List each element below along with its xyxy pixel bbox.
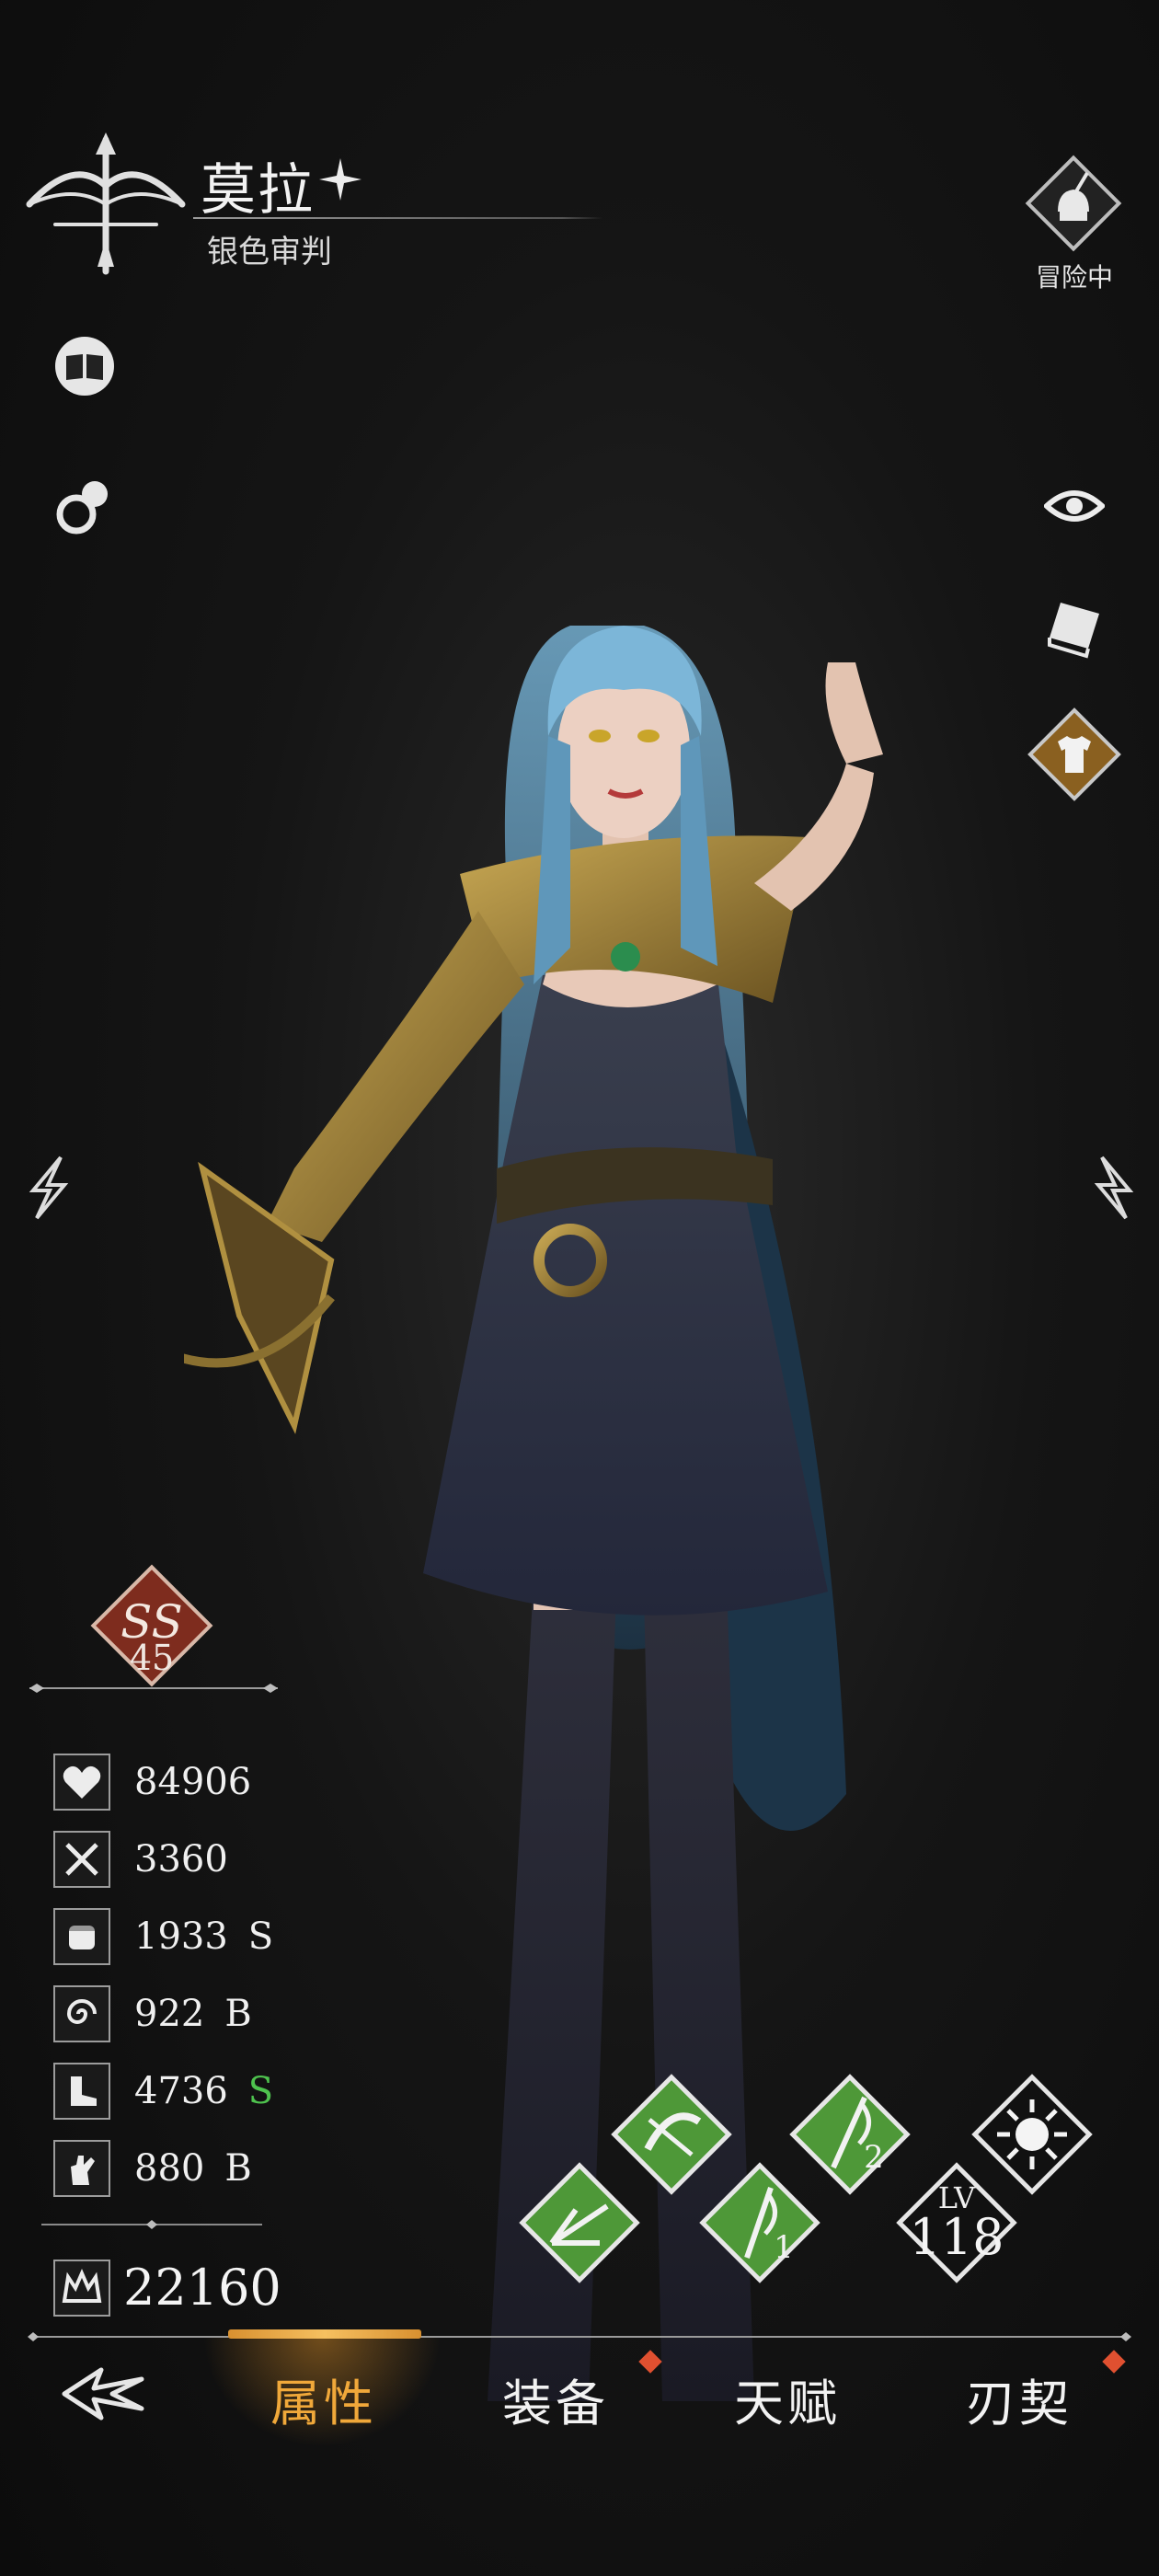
stat-grade: B [224, 2147, 252, 2190]
name-underline [193, 217, 602, 219]
hand-icon [53, 2140, 110, 2197]
back-icon[interactable] [57, 2361, 149, 2425]
stat-grade: B [224, 1993, 252, 2035]
stat-grade: S [247, 2070, 274, 2112]
level-value: 118 [909, 2208, 1004, 2266]
stat-value: 880 [134, 2147, 205, 2190]
previous-character-arrow-icon[interactable] [24, 1154, 70, 1222]
rank-divider [29, 1684, 278, 1693]
fist-icon [53, 1908, 110, 1965]
stat-row-dexterity: 880 B [53, 2138, 320, 2199]
status-label: 冒险中 [1035, 262, 1113, 293]
crown-icon [53, 2260, 110, 2317]
tab-talent[interactable]: 天赋 [695, 2363, 879, 2435]
swirl-icon [53, 1985, 110, 2042]
eye-icon[interactable] [1038, 469, 1111, 543]
tab-attributes[interactable]: 属性 [232, 2363, 416, 2435]
skill-bow-1-icon[interactable]: 1 [692, 2155, 828, 2291]
skill-number: 1 [774, 2229, 794, 2266]
book-icon[interactable] [48, 329, 121, 403]
stat-row-speed: 4736 S [53, 2061, 320, 2122]
stats-divider [41, 2220, 262, 2229]
nav-divider [28, 2332, 1131, 2341]
stat-value: 4736 [134, 2070, 228, 2112]
combat-power-value: 22160 [123, 2259, 281, 2317]
stat-row-strength: 1933 S [53, 1906, 320, 1967]
skill-arrows-icon[interactable] [511, 2155, 648, 2291]
character-name: 莫拉 [201, 158, 315, 223]
stat-row-hp: 84906 [53, 1752, 320, 1812]
stat-row-magic: 922 B [53, 1984, 320, 2044]
stat-value: 84906 [134, 1761, 252, 1803]
star-icon [319, 158, 361, 201]
stat-value: 1933 [134, 1915, 228, 1958]
tab-equipment[interactable]: 装备 [464, 2363, 648, 2435]
tab-blade-pact[interactable]: 刃契 [927, 2363, 1111, 2435]
rattle-toy-icon[interactable] [48, 469, 121, 543]
stat-value: 3360 [134, 1838, 228, 1880]
crossed-swords-icon [53, 1831, 110, 1888]
crossbow-class-emblem [26, 132, 186, 275]
stat-grade: S [247, 1915, 274, 1958]
active-tab-indicator [228, 2329, 421, 2339]
next-character-arrow-icon[interactable] [1093, 1154, 1139, 1222]
stat-value: 922 [134, 1993, 205, 2035]
character-title: 银色审判 [207, 234, 332, 270]
rank-level: 45 [129, 1638, 175, 1678]
heart-icon [53, 1754, 110, 1811]
stat-row-attack: 3360 [53, 1829, 320, 1890]
adventure-status-icon[interactable] [1023, 153, 1124, 254]
boot-icon [53, 2063, 110, 2120]
skill-number: 2 [864, 2139, 884, 2176]
